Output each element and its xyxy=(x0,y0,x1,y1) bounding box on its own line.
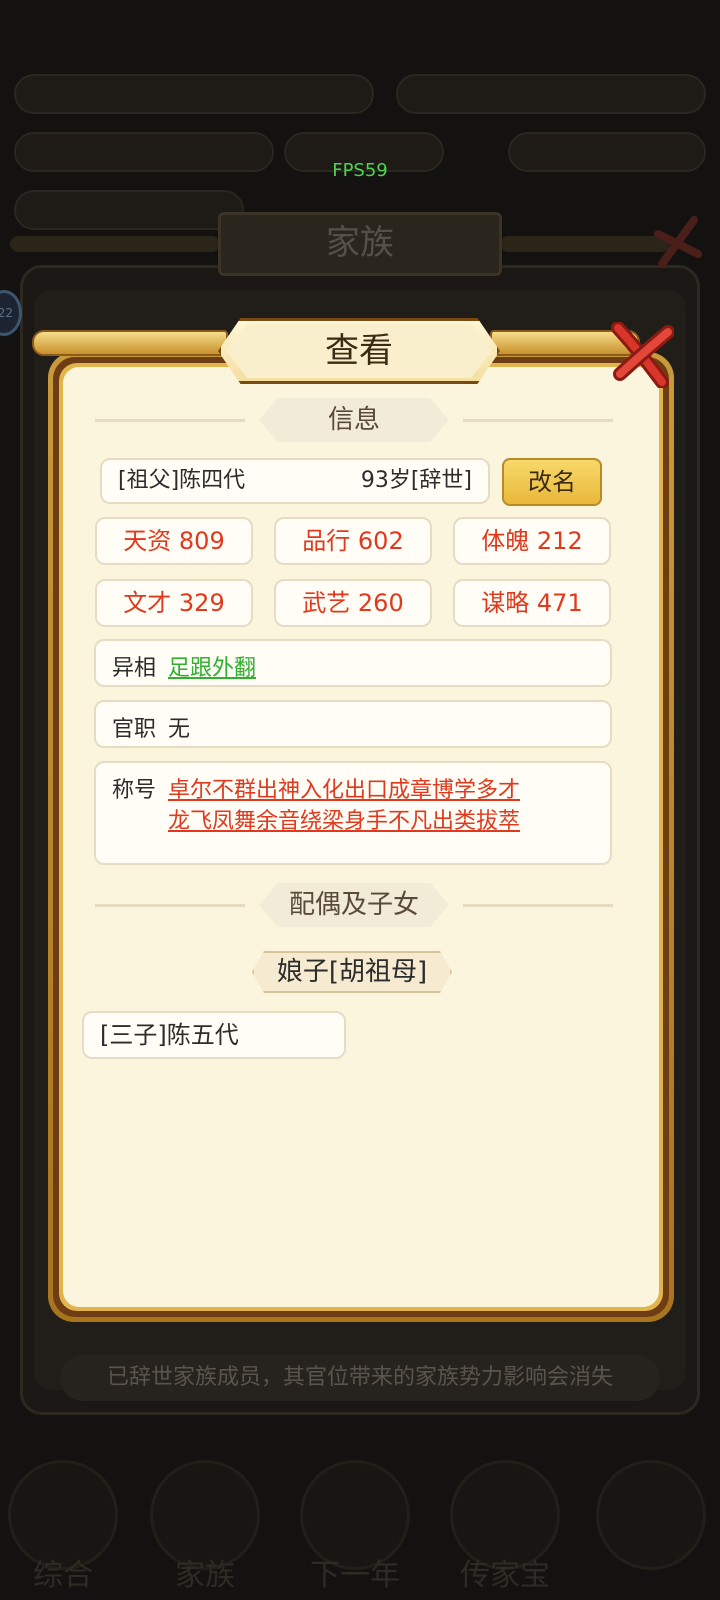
stat-strategy: 谋略 471 xyxy=(453,579,611,627)
rename-button[interactable]: 改名 xyxy=(502,458,602,506)
spouse-button[interactable]: 娘子[胡祖母] xyxy=(252,951,452,993)
family-window-title: 家族 xyxy=(218,212,502,276)
close-icon[interactable] xyxy=(610,322,674,388)
section-header-info: 信息 xyxy=(95,398,613,442)
nav-label: 下一年 xyxy=(310,1558,400,1593)
member-age-status: 93岁[辞世] xyxy=(360,468,472,493)
bg-resource-pill xyxy=(396,74,706,114)
stat-literary: 文才 329 xyxy=(95,579,253,627)
section-header-family: 配偶及子女 xyxy=(95,883,613,927)
office-row: 官职 无 xyxy=(94,700,612,748)
titles-label: 称号 xyxy=(112,778,157,803)
fps-counter: FPS59 xyxy=(332,160,388,181)
office-value: 无 xyxy=(168,717,191,742)
family-close-icon[interactable] xyxy=(652,214,702,274)
section-title-family: 配偶及子女 xyxy=(259,883,449,927)
trait-label: 异相 xyxy=(112,656,157,681)
nav-label: 传家宝 xyxy=(460,1558,550,1593)
stat-physique: 体魄 212 xyxy=(453,517,611,565)
member-name-field: [祖父]陈四代 93岁[辞世] xyxy=(100,458,490,504)
trait-link[interactable]: 足跟外翻 xyxy=(168,650,256,682)
bottom-nav: 综合 家族 下一年 传家宝 xyxy=(0,1420,720,1600)
stat-martial: 武艺 260 xyxy=(274,579,432,627)
stat-conduct: 品行 602 xyxy=(274,517,432,565)
office-label: 官职 xyxy=(112,717,157,742)
nav-label: 家族 xyxy=(175,1558,235,1593)
stat-talent: 天资 809 xyxy=(95,517,253,565)
nav-circle[interactable] xyxy=(596,1460,706,1570)
titles-line-1[interactable]: 卓尔不群出神入化出口成章博学多才 xyxy=(168,772,520,804)
nav-label: 综合 xyxy=(33,1558,93,1593)
child-item[interactable]: [三子]陈五代 xyxy=(82,1011,346,1059)
side-badge[interactable]: 22 xyxy=(0,290,22,336)
trait-row: 异相 足跟外翻 xyxy=(94,639,612,687)
titles-line-2[interactable]: 龙飞凤舞余音绕梁身手不凡出类拔萃 xyxy=(168,803,520,835)
dialog-title: 查看 xyxy=(226,324,492,378)
section-title-info: 信息 xyxy=(259,398,449,442)
title-wing-left xyxy=(32,330,228,356)
member-name: [祖父]陈四代 xyxy=(118,468,246,493)
bg-resource-pill xyxy=(14,74,374,114)
deceased-notice: 已辞世家族成员，其官位带来的家族势力影响会消失 xyxy=(60,1355,660,1401)
titles-row: 称号 卓尔不群出神入化出口成章博学多才 龙飞凤舞余音绕梁身手不凡出类拔萃 xyxy=(94,761,612,865)
